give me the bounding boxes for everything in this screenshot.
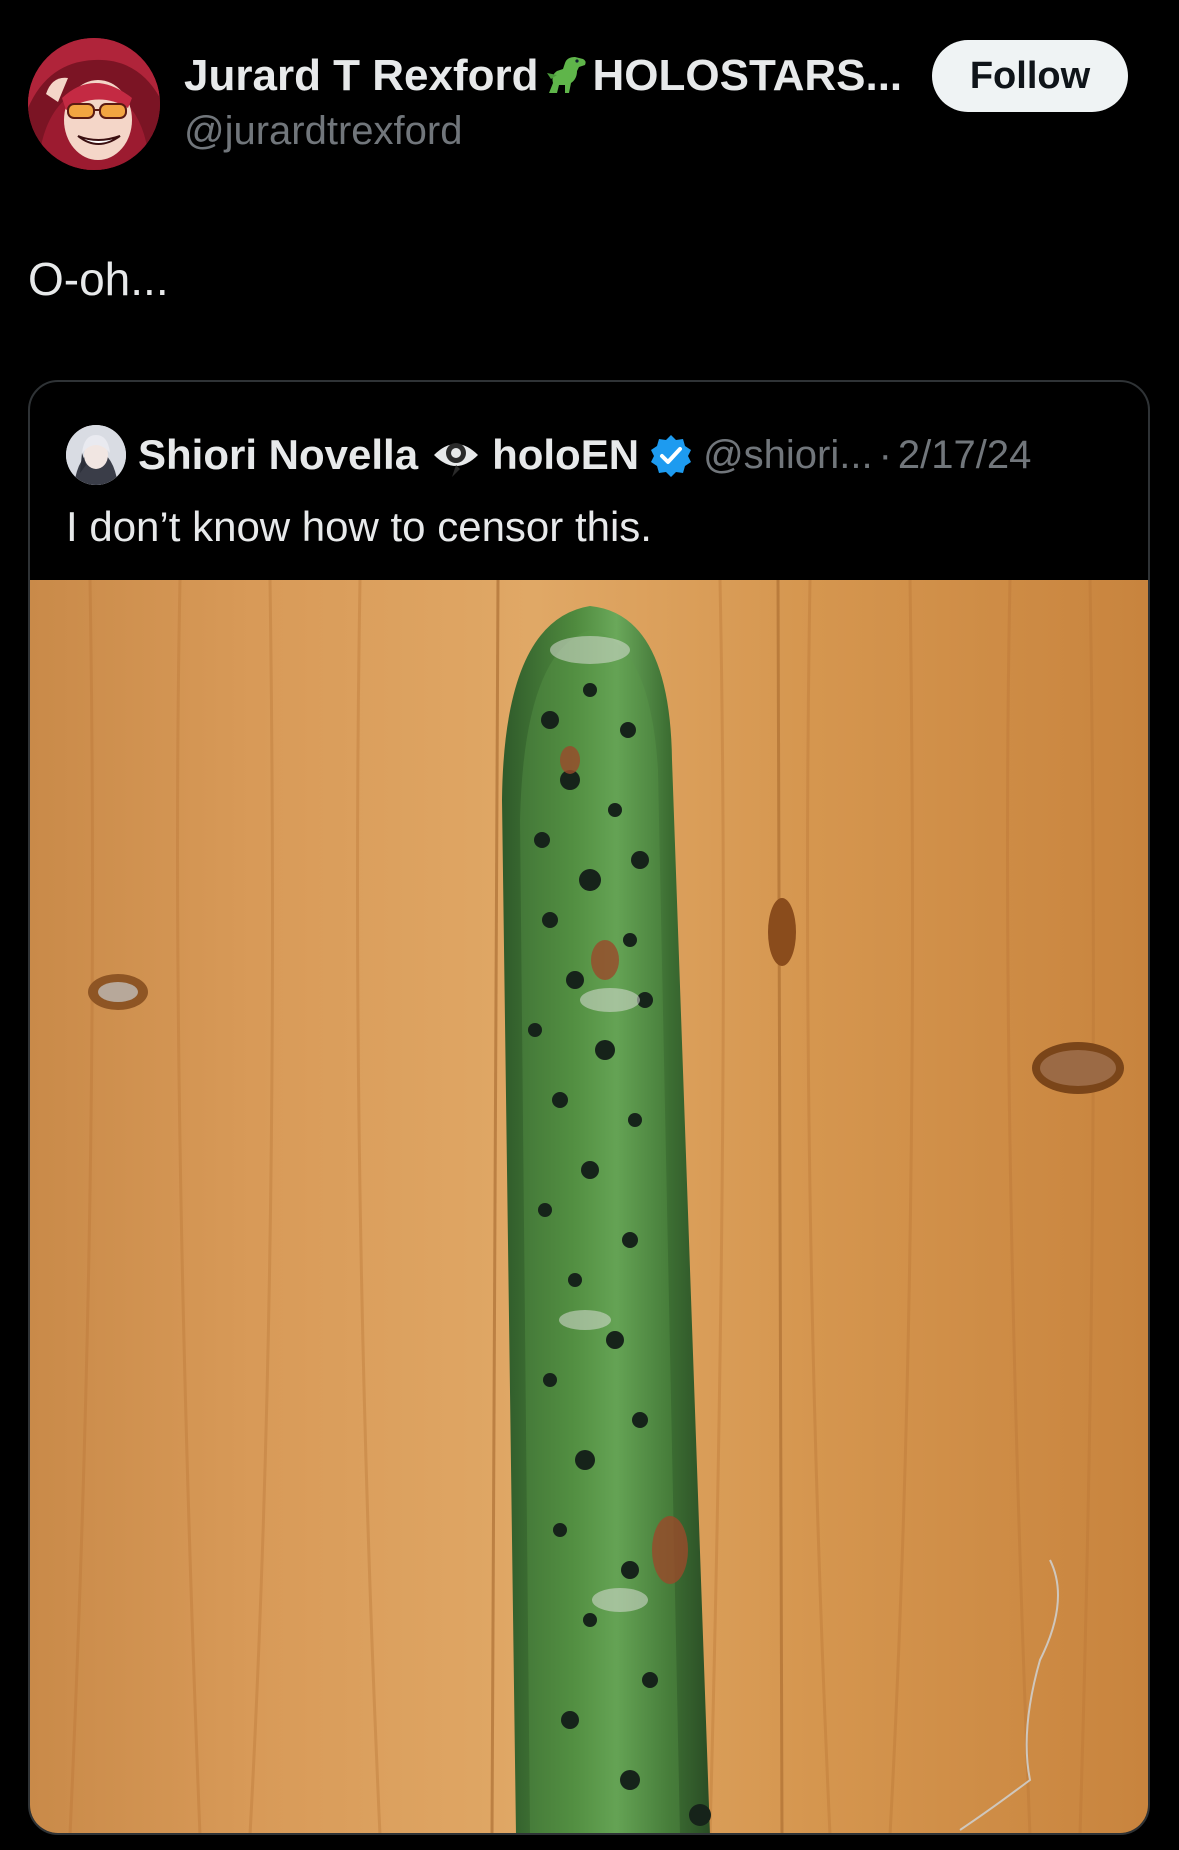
author-names: Jurard T Rexford HOLOSTARS... @jurardtre…	[184, 48, 914, 156]
photo-moldy-cucumber	[30, 580, 1148, 1833]
eye-icon	[430, 429, 482, 481]
quoted-display-name[interactable]: Shiori Novella	[138, 431, 418, 479]
tweet-text: O-oh...	[28, 253, 169, 305]
quoted-avatar[interactable]	[66, 425, 126, 485]
author-name-text: Jurard T Rexford	[184, 51, 539, 100]
quoted-media-photo[interactable]	[30, 580, 1148, 1833]
avatar[interactable]	[28, 38, 160, 170]
quoted-date[interactable]: 2/17/24	[898, 433, 1031, 478]
author-handle[interactable]: @jurardtrexford	[184, 106, 914, 156]
avatar-illustration	[28, 38, 160, 170]
quoted-org: holoEN	[492, 431, 640, 478]
t-rex-icon	[543, 53, 589, 99]
quoted-tweet-card[interactable]: Shiori Novella holoEN @shiori... · 2/17/…	[28, 380, 1150, 1835]
verified-badge-icon	[649, 433, 693, 477]
quoted-tweet-text: I don’t know how to censor this.	[66, 503, 652, 550]
author-name-suffix: HOLOSTARS...	[592, 51, 903, 100]
follow-button[interactable]: Follow	[932, 40, 1128, 112]
author-display-name[interactable]: Jurard T Rexford HOLOSTARS...	[184, 48, 914, 104]
tweet-header: Jurard T Rexford HOLOSTARS... @jurardtre…	[0, 0, 1179, 200]
quoted-handle[interactable]: @shiori...	[703, 433, 873, 478]
quoted-tweet-header: Shiori Novella holoEN @shiori... · 2/17/…	[66, 420, 1126, 490]
dot-separator: ·	[878, 432, 892, 477]
